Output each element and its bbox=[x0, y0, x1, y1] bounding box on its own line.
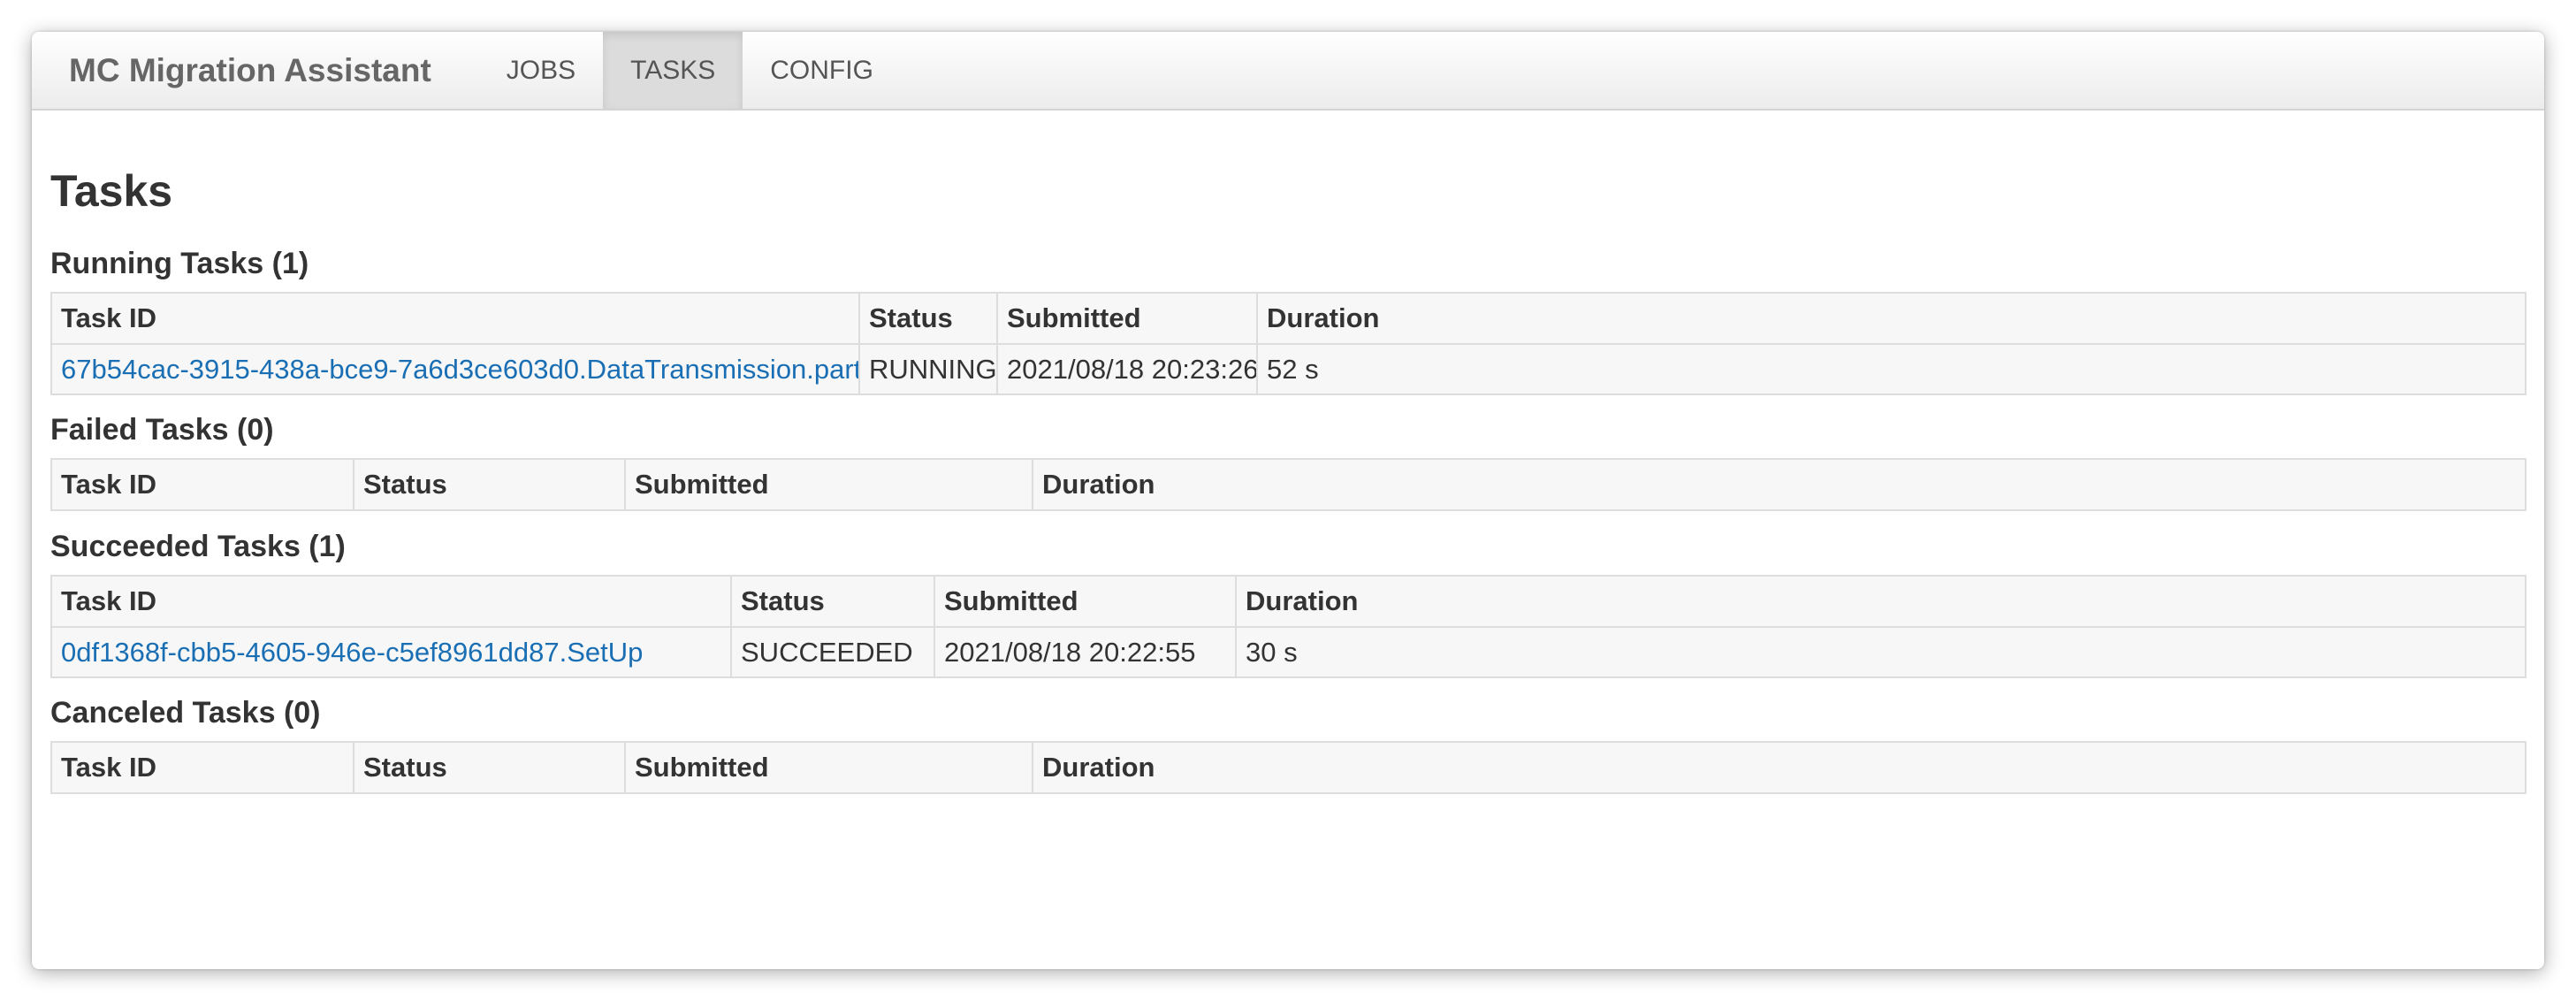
task-id-cell: 0df1368f-cbb5-4605-946e-c5ef8961dd87.Set… bbox=[50, 626, 732, 678]
table-header-row: Task ID Status Submitted Duration bbox=[50, 741, 2526, 794]
app-window: MC Migration Assistant JOBS TASKS CONFIG… bbox=[32, 32, 2544, 969]
col-duration[interactable]: Duration bbox=[1032, 458, 2526, 511]
task-link[interactable]: 0df1368f-cbb5-4605-946e-c5ef8961dd87.Set… bbox=[61, 637, 643, 668]
status-cell: RUNNING bbox=[858, 343, 998, 395]
canceled-tasks-heading: Canceled Tasks (0) bbox=[50, 696, 321, 730]
col-status[interactable]: Status bbox=[353, 458, 626, 511]
table-header-row: Task ID Status Submitted Duration bbox=[50, 458, 2526, 511]
col-duration[interactable]: Duration bbox=[1235, 575, 2526, 628]
main-nav: JOBS TASKS CONFIG bbox=[479, 32, 901, 109]
col-submitted[interactable]: Submitted bbox=[624, 458, 1033, 511]
nav-tasks[interactable]: TASKS bbox=[603, 32, 743, 109]
main-content: Tasks Running Tasks (1) Task ID Status S… bbox=[32, 165, 2544, 794]
col-task-id[interactable]: Task ID bbox=[50, 292, 860, 345]
col-status[interactable]: Status bbox=[858, 292, 998, 345]
submitted-cell: 2021/08/18 20:22:55 bbox=[934, 626, 1237, 678]
col-submitted[interactable]: Submitted bbox=[996, 292, 1258, 345]
col-task-id[interactable]: Task ID bbox=[50, 575, 732, 628]
col-task-id[interactable]: Task ID bbox=[50, 458, 354, 511]
failed-tasks-table: Task ID Status Submitted Duration bbox=[50, 458, 2526, 511]
table-row: 67b54cac-3915-438a-bce9-7a6d3ce603d0.Dat… bbox=[50, 343, 2526, 395]
status-cell: SUCCEEDED bbox=[730, 626, 935, 678]
succeeded-tasks-table: Task ID Status Submitted Duration 0df136… bbox=[50, 575, 2526, 678]
col-status[interactable]: Status bbox=[353, 741, 626, 794]
task-link[interactable]: 67b54cac-3915-438a-bce9-7a6d3ce603d0.Dat… bbox=[61, 354, 857, 385]
table-row: 0df1368f-cbb5-4605-946e-c5ef8961dd87.Set… bbox=[50, 626, 2526, 678]
duration-cell: 30 s bbox=[1235, 626, 2526, 678]
nav-config[interactable]: CONFIG bbox=[743, 32, 901, 109]
top-navbar: MC Migration Assistant JOBS TASKS CONFIG bbox=[32, 32, 2544, 111]
table-header-row: Task ID Status Submitted Duration bbox=[50, 575, 2526, 628]
running-tasks-heading: Running Tasks (1) bbox=[50, 247, 309, 280]
succeeded-tasks-heading: Succeeded Tasks (1) bbox=[50, 530, 346, 563]
canceled-tasks-table: Task ID Status Submitted Duration bbox=[50, 741, 2526, 794]
nav-jobs[interactable]: JOBS bbox=[479, 32, 603, 109]
col-status[interactable]: Status bbox=[730, 575, 935, 628]
col-submitted[interactable]: Submitted bbox=[624, 741, 1033, 794]
failed-tasks-heading: Failed Tasks (0) bbox=[50, 413, 274, 447]
duration-cell: 52 s bbox=[1256, 343, 2526, 395]
col-task-id[interactable]: Task ID bbox=[50, 741, 354, 794]
app-title[interactable]: MC Migration Assistant bbox=[32, 32, 479, 109]
col-duration[interactable]: Duration bbox=[1032, 741, 2526, 794]
table-header-row: Task ID Status Submitted Duration bbox=[50, 292, 2526, 345]
col-submitted[interactable]: Submitted bbox=[934, 575, 1237, 628]
submitted-cell: 2021/08/18 20:23:26 bbox=[996, 343, 1258, 395]
col-duration[interactable]: Duration bbox=[1256, 292, 2526, 345]
running-tasks-table: Task ID Status Submitted Duration 67b54c… bbox=[50, 292, 2526, 395]
page-title: Tasks bbox=[50, 166, 173, 216]
task-id-cell: 67b54cac-3915-438a-bce9-7a6d3ce603d0.Dat… bbox=[50, 343, 860, 395]
